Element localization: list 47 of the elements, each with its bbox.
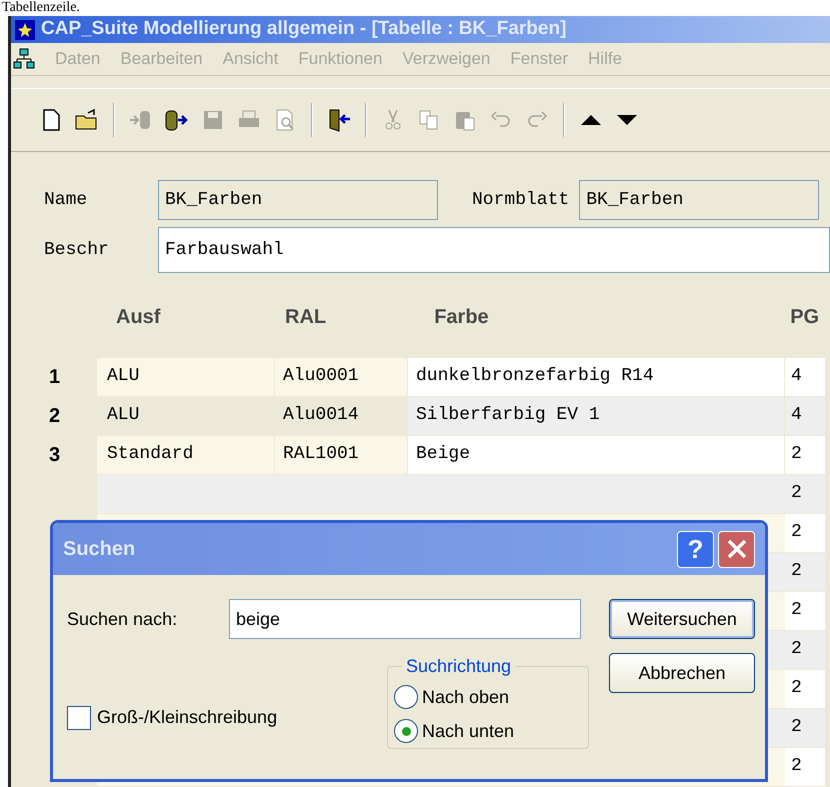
table-cell: 2 xyxy=(785,592,825,631)
table-cell: 2 xyxy=(785,474,825,514)
window-title: CAP_Suite Modellierung allgemein - [Tabelle : BK_Farben] xyxy=(41,17,566,42)
row-number: 2 xyxy=(49,404,60,430)
table-cell: 2 xyxy=(785,748,825,787)
app-logo-icon xyxy=(15,20,35,40)
search-label: Suchen nach: xyxy=(67,608,178,630)
column-header: RAL xyxy=(285,304,328,330)
table-cell: 2 xyxy=(785,436,825,475)
table-cell: 2 xyxy=(785,670,825,709)
name-field[interactable]: BK_Farben xyxy=(158,180,438,220)
table-cell: RAL1001 xyxy=(275,436,408,475)
close-button[interactable] xyxy=(718,530,755,568)
table-cell: 2 xyxy=(785,514,825,553)
normblatt-field[interactable]: BK_Farben xyxy=(579,180,820,220)
find-next-button[interactable]: Weitersuchen xyxy=(609,599,755,639)
column-header: Farbe xyxy=(434,304,490,330)
table-cell: 4 xyxy=(785,358,825,397)
table-cell: Standard xyxy=(97,436,275,475)
match-case-checkbox[interactable]: Groß-/Kleinschreibung xyxy=(67,704,387,731)
beschr-label: Beschr xyxy=(44,238,110,262)
column-header: Ausf xyxy=(116,304,162,330)
table-cell: ALU xyxy=(97,358,275,397)
column-header: PG xyxy=(790,304,820,330)
row-number: 1 xyxy=(49,365,60,390)
direction-radio[interactable]: Nach unten xyxy=(394,714,582,748)
direction-legend: Suchrichtung xyxy=(402,653,516,680)
table-cell: 2 xyxy=(785,630,825,670)
search-field[interactable]: beige xyxy=(229,599,581,639)
direction-radio[interactable]: Nach oben xyxy=(394,680,582,714)
row-number: 3 xyxy=(49,443,60,468)
dialog-title: Suchen xyxy=(63,537,136,562)
help-button[interactable]: ? xyxy=(677,530,714,568)
table-cell: 4 xyxy=(785,396,825,436)
table-cell: 2 xyxy=(785,708,825,748)
cancel-button[interactable]: Abbrechen xyxy=(609,653,755,693)
table-cell: dunkelbronzefarbig R14 xyxy=(408,358,785,397)
table-cell: 2 xyxy=(785,552,825,592)
table-cell: Silberfarbig EV 1 xyxy=(408,396,785,436)
close-icon xyxy=(726,538,748,560)
name-label: Name xyxy=(44,188,88,212)
hierarchy-icon xyxy=(13,48,35,70)
table-cell: Beige xyxy=(408,436,785,475)
beschr-field[interactable]: Farbauswahl xyxy=(158,227,830,274)
normblatt-label: Normblatt xyxy=(472,188,570,212)
table-cell: Alu0001 xyxy=(275,358,408,397)
document-text: Tabellenzeile. xyxy=(2,0,80,16)
